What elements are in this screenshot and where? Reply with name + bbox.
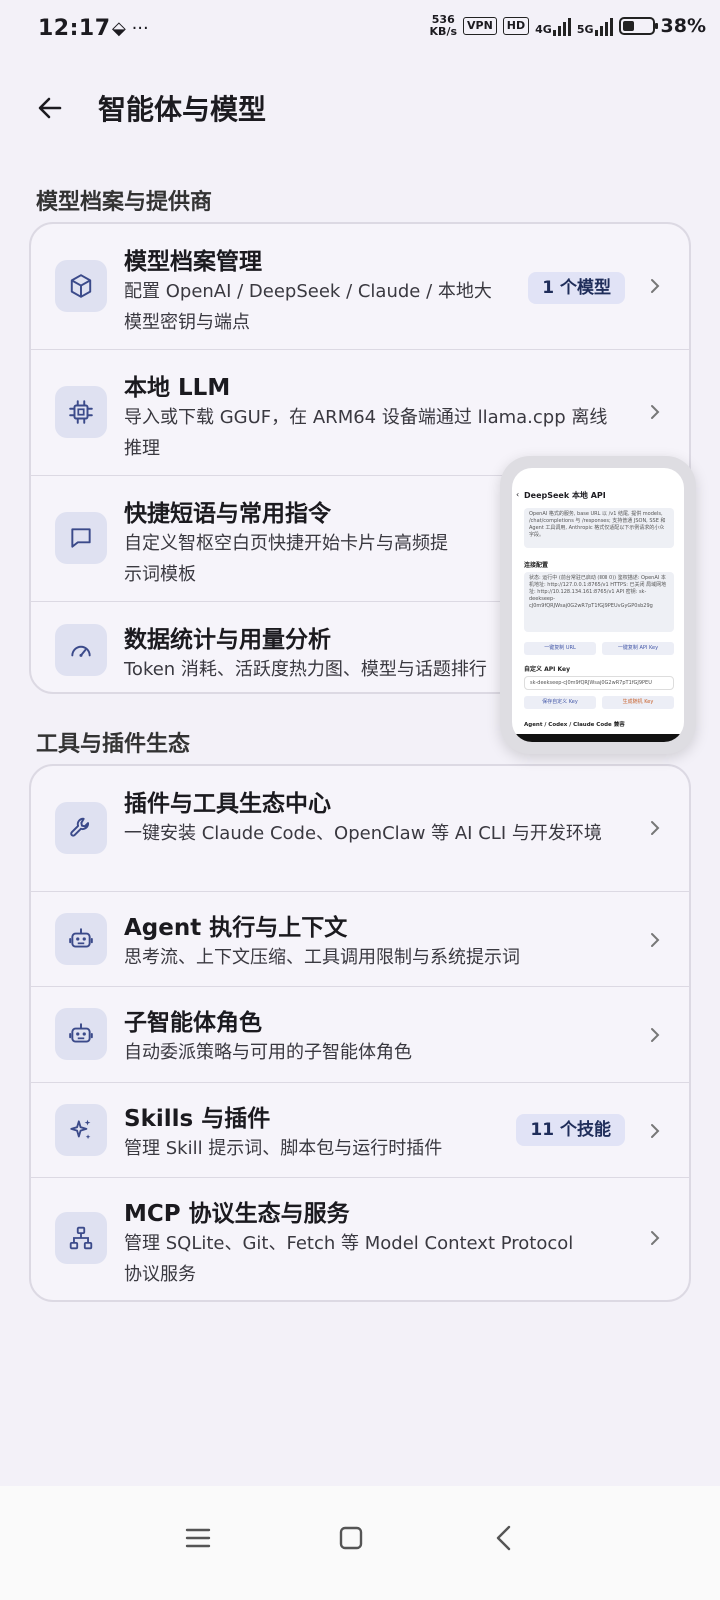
preview-intro: OpenAI 格式的服务, base URL 以 /v1 结尾, 提供 mode… <box>524 508 674 548</box>
status-right: 536 KB/s VPN HD 4G 5G 38% <box>430 14 706 38</box>
chevron-right-icon <box>651 279 660 293</box>
item-title: 子智能体角色 <box>124 1010 262 1036</box>
preview-copy-key-button: 一键复制 API Key <box>602 642 674 655</box>
network-icon <box>55 1212 107 1264</box>
battery-icon <box>618 17 658 35</box>
item-title: 模型档案管理 <box>124 249 262 275</box>
section-title-models: 模型档案与提供商 <box>36 190 213 215</box>
chevron-right-icon <box>651 1028 660 1042</box>
item-desc: 思考流、上下文压缩、工具调用限制与系统提示词 <box>124 947 520 968</box>
preview-copy-url-button: 一键复制 URL <box>524 642 596 655</box>
skill-count-badge: 11 个技能 <box>516 1114 625 1146</box>
app-header: 智能体与模型 <box>0 78 720 138</box>
floating-preview-window[interactable]: ‹ DeepSeek 本地 API OpenAI 格式的服务, base URL… <box>500 456 696 754</box>
arrow-left-icon <box>38 97 62 119</box>
gauge-icon <box>55 624 107 676</box>
list-item-skills[interactable]: Skills 与插件 管理 Skill 提示词、脚本包与运行时插件 11 个技能 <box>31 1083 689 1178</box>
back-button[interactable] <box>30 88 70 128</box>
preview-custom-label: 自定义 API Key <box>524 666 570 673</box>
list-item-model-profiles[interactable]: 模型档案管理 配置 OpenAI / DeepSeek / Claude / 本… <box>31 224 689 350</box>
system-nav-bar <box>0 1486 720 1600</box>
signal-4g-icon: 4G <box>535 16 571 36</box>
preview-custom-value: sk-deekseep-cJ0m9fQRJWsaj0G2wR7pT1fGJ9PE… <box>524 676 674 690</box>
sparkle-icon <box>55 1104 107 1156</box>
item-desc: 管理 SQLite、Git、Fetch 等 Model Context Prot… <box>124 1233 574 1285</box>
cube-icon <box>55 260 107 312</box>
chevron-right-icon <box>651 1231 660 1245</box>
list-item-sub-agents[interactable]: 子智能体角色 自动委派策略与可用的子智能体角色 <box>31 987 689 1083</box>
home-square-icon <box>339 1526 363 1550</box>
chevron-right-icon <box>651 1124 660 1138</box>
chevron-right-icon <box>651 821 660 835</box>
battery-percent: 38% <box>660 15 706 37</box>
preview-back-icon: ‹ <box>516 490 520 499</box>
status-time: 12:17 <box>38 16 111 41</box>
item-desc: 导入或下载 GGUF，在 ARM64 设备端通过 llama.cpp 离线推理 <box>124 407 608 459</box>
item-desc: 管理 Skill 提示词、脚本包与运行时插件 <box>124 1138 443 1159</box>
hd-icon: HD <box>502 17 530 35</box>
signal-5g-label: 5G <box>576 23 594 36</box>
list-item-plugin-hub[interactable]: 插件与工具生态中心 一键安装 Claude Code、OpenClaw 等 AI… <box>31 766 689 892</box>
chip-icon <box>55 386 107 438</box>
preview-conn-text: 状态: 运行中 (前台常驻已启动 (Ⅱ0Ⅱ 0)) 鉴权描述: OpenAI 本… <box>524 572 674 632</box>
preview-gen-key-button: 生成随机 Key <box>602 696 674 709</box>
item-desc: 自定义智枢空白页快捷开始卡片与高频提示词模板 <box>124 533 448 585</box>
network-speed-unit: KB/s <box>429 25 458 38</box>
item-desc: 配置 OpenAI / DeepSeek / Claude / 本地大模型密钥与… <box>124 281 492 333</box>
nav-menu-button[interactable] <box>174 1514 222 1562</box>
item-title: Agent 执行与上下文 <box>124 915 348 941</box>
list-item-mcp[interactable]: MCP 协议生态与服务 管理 SQLite、Git、Fetch 等 Model … <box>31 1178 689 1300</box>
status-bar: 12:17 ⬙ ··· 536 KB/s VPN HD 4G 5G 38% <box>0 0 720 64</box>
item-title: Skills 与插件 <box>124 1106 271 1132</box>
item-title: MCP 协议生态与服务 <box>124 1201 350 1227</box>
item-title: 快捷短语与常用指令 <box>124 501 331 527</box>
preview-title: DeepSeek 本地 API <box>524 491 606 500</box>
model-count-badge: 1 个模型 <box>528 272 625 304</box>
nav-back-icon <box>496 1525 511 1551</box>
nav-home-button[interactable] <box>327 1514 375 1562</box>
signal-5g-icon: 5G <box>577 16 613 36</box>
chevron-right-icon <box>651 933 660 947</box>
chat-bubble-icon <box>55 512 107 564</box>
preview-bottom-bar <box>512 734 684 742</box>
robot-icon <box>55 1008 107 1060</box>
tools-card: 插件与工具生态中心 一键安装 Claude Code、OpenClaw 等 AI… <box>29 764 691 1302</box>
item-desc: 一键安装 Claude Code、OpenClaw 等 AI CLI 与开发环境 <box>124 823 602 844</box>
chevron-right-icon <box>651 405 660 419</box>
wrench-icon <box>55 802 107 854</box>
notification-icons: ⬙ ··· <box>112 18 149 39</box>
page-title: 智能体与模型 <box>98 93 267 126</box>
robot-icon <box>55 913 107 965</box>
list-item-agent-context[interactable]: Agent 执行与上下文 思考流、上下文压缩、工具调用限制与系统提示词 <box>31 892 689 987</box>
floating-preview-screen: ‹ DeepSeek 本地 API OpenAI 格式的服务, base URL… <box>512 468 684 742</box>
preview-conn-label: 连接配置 <box>524 562 549 569</box>
preview-save-key-button: 保存自定义 Key <box>524 696 596 709</box>
preview-footer: Agent / Codex / Claude Code 兼容 <box>524 722 625 728</box>
signal-4g-label: 4G <box>535 23 552 36</box>
item-title: 本地 LLM <box>124 375 231 401</box>
menu-icon <box>185 1528 211 1548</box>
section-title-tools: 工具与插件生态 <box>36 732 191 757</box>
vpn-icon: VPN <box>463 17 497 35</box>
item-title: 数据统计与用量分析 <box>124 627 331 653</box>
network-speed: 536 KB/s <box>430 14 457 38</box>
item-desc: 自动委派策略与可用的子智能体角色 <box>124 1042 412 1063</box>
item-title: 插件与工具生态中心 <box>124 791 331 817</box>
nav-back-button[interactable] <box>480 1514 528 1562</box>
